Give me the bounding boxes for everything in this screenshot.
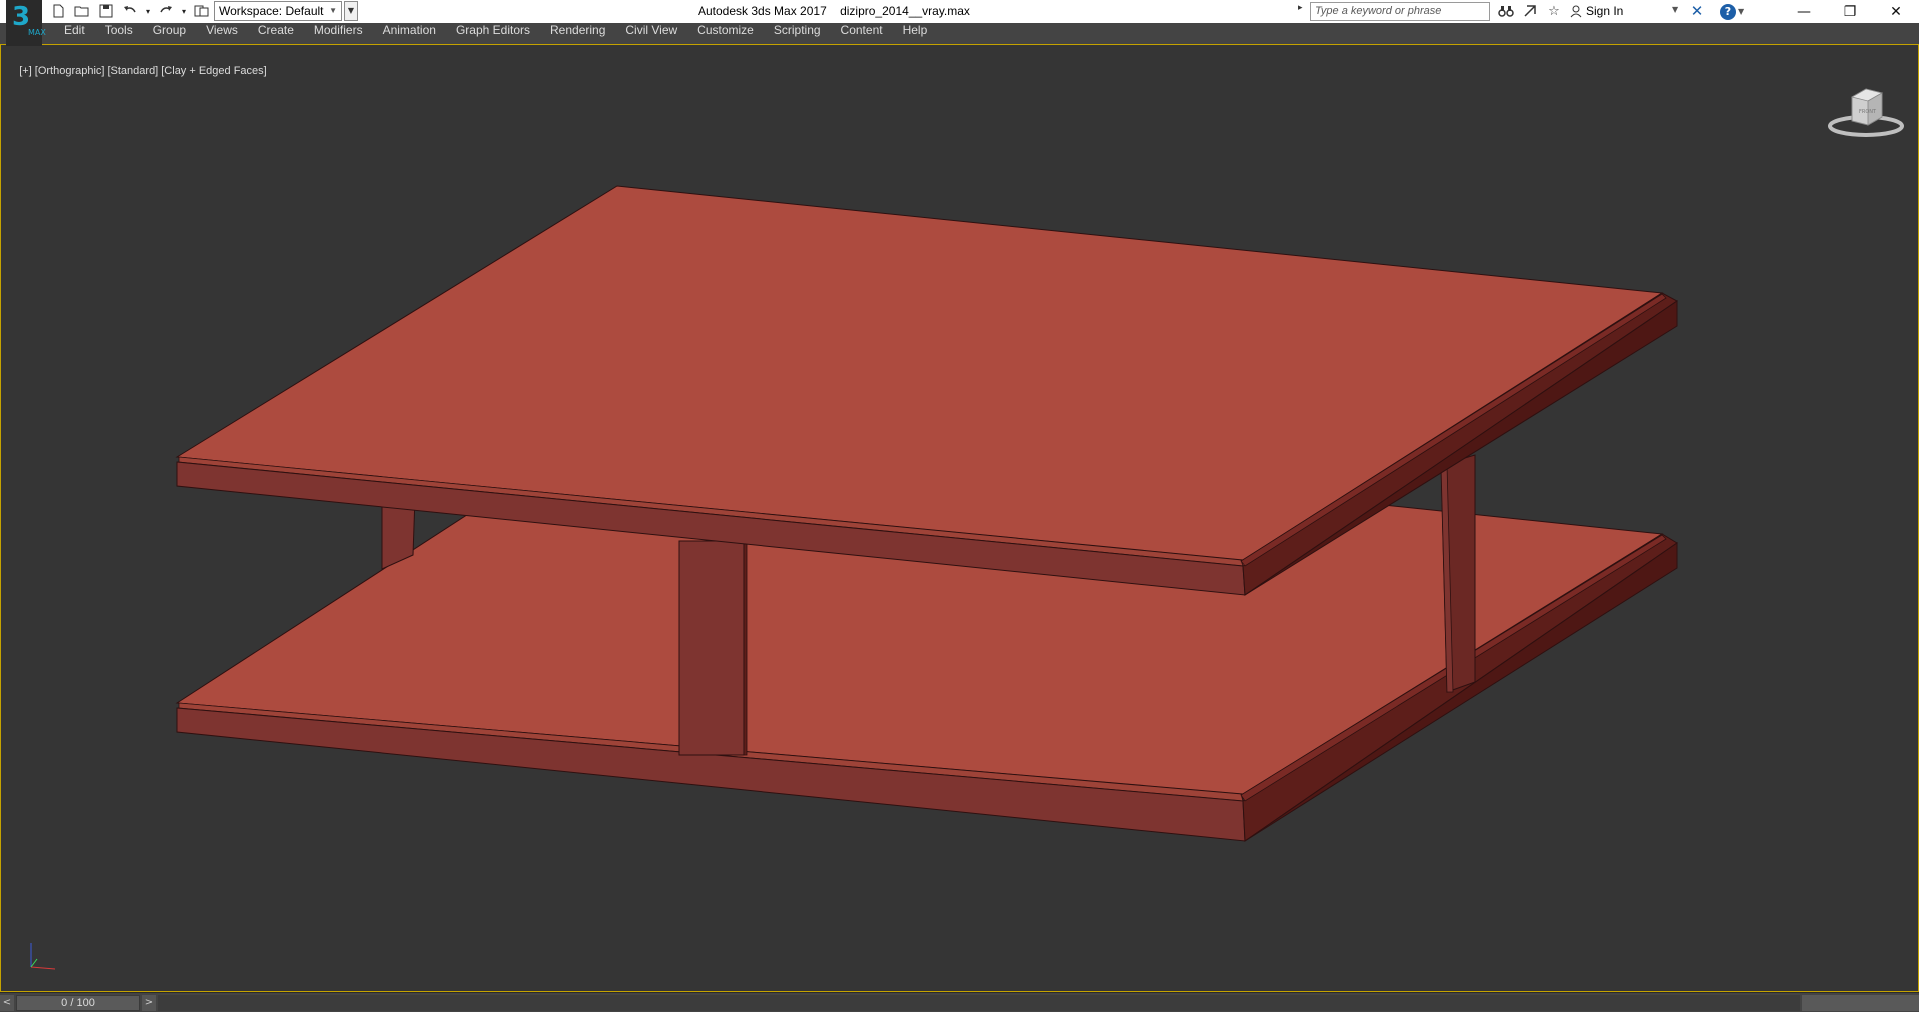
- star-icon[interactable]: ☆: [1544, 2, 1564, 20]
- scene-canvas[interactable]: [1, 45, 1918, 992]
- menu-items: Edit Tools Group Views Create Modifiers Animat…: [54, 23, 937, 45]
- help-icon: ?: [1720, 3, 1736, 20]
- menu-item-content[interactable]: Content: [831, 23, 893, 45]
- menu-item-scripting[interactable]: Scripting: [764, 23, 831, 45]
- menu-item-modifiers[interactable]: Modifiers: [304, 23, 373, 45]
- search-expand-icon[interactable]: ▸: [1298, 3, 1303, 13]
- time-slider-end-panel: [1802, 995, 1919, 1011]
- menu-item-group[interactable]: Group: [143, 23, 196, 45]
- redo-icon[interactable]: [156, 2, 176, 20]
- toolbar-customize-icon[interactable]: ▼: [344, 1, 358, 21]
- viewport-perspective[interactable]: [+] [Orthographic] [Standard] [Clay + Edged…: [0, 45, 1919, 992]
- restore-button[interactable]: ❐: [1827, 0, 1873, 23]
- menu-bar: Edit Tools Group Views Create Modifiers Animat…: [0, 23, 1919, 45]
- menu-item-tools[interactable]: Tools: [95, 23, 143, 45]
- new-file-icon[interactable]: [48, 2, 68, 20]
- menu-item-customize[interactable]: Customize: [687, 23, 764, 45]
- title-bar: ▾ ▾ Workspace: Default ▼ ▼ Autodesk 3ds …: [0, 0, 1919, 23]
- menu-item-create[interactable]: Create: [248, 23, 304, 45]
- menu-item-edit[interactable]: Edit: [54, 23, 95, 45]
- close-button[interactable]: ✕: [1873, 0, 1919, 23]
- time-slider-bar: < 0 / 100 >: [0, 992, 1919, 1012]
- menu-item-views[interactable]: Views: [196, 23, 248, 45]
- sign-in-label: Sign In: [1586, 4, 1624, 18]
- redo-dropdown-icon[interactable]: ▾: [180, 2, 188, 20]
- help-dropdown-icon: ▼: [1738, 7, 1745, 16]
- menu-item-rendering[interactable]: Rendering: [540, 23, 615, 45]
- sign-in-dropdown-icon[interactable]: ▼: [1672, 5, 1678, 14]
- menu-item-graph-editors[interactable]: Graph Editors: [446, 23, 540, 45]
- menu-item-animation[interactable]: Animation: [373, 23, 446, 45]
- leg-front: [678, 540, 745, 756]
- time-slider-track[interactable]: [158, 995, 1800, 1011]
- time-slider-prev-button[interactable]: <: [0, 995, 14, 1011]
- minimize-button[interactable]: —: [1781, 0, 1827, 23]
- save-icon[interactable]: [96, 2, 116, 20]
- app-menu-button[interactable]: 3 MAX: [6, 0, 46, 46]
- menu-item-help[interactable]: Help: [893, 23, 938, 45]
- exchange-apps-icon[interactable]: ✕: [1688, 3, 1706, 20]
- workspace-dropdown[interactable]: Workspace: Default ▼: [214, 1, 342, 21]
- viewcube-front-label: FRONT: [1859, 109, 1877, 115]
- chevron-down-icon: ▼: [329, 6, 337, 15]
- infocenter-tools: ☆: [1496, 2, 1564, 20]
- binoculars-icon[interactable]: [1496, 2, 1516, 20]
- open-file-icon[interactable]: [72, 2, 92, 20]
- subscription-icon[interactable]: [1520, 2, 1540, 20]
- search-input[interactable]: Type a keyword or phrase: [1310, 2, 1490, 21]
- sign-in-button[interactable]: Sign In: [1570, 4, 1623, 18]
- project-folder-icon[interactable]: [192, 2, 212, 20]
- time-slider-thumb[interactable]: 0 / 100: [16, 995, 140, 1011]
- viewcube-widget[interactable]: FRONT: [1827, 79, 1905, 141]
- app-logo-sub: MAX: [28, 28, 46, 37]
- undo-dropdown-icon[interactable]: ▾: [144, 2, 152, 20]
- workspace-label: Workspace: Default: [219, 4, 324, 18]
- undo-icon[interactable]: [120, 2, 140, 20]
- quick-access-toolbar: ▾ ▾: [48, 2, 212, 20]
- menu-item-civil-view[interactable]: Civil View: [615, 23, 687, 45]
- user-icon: [1570, 5, 1582, 17]
- window-title: Autodesk 3ds Max 2017 dizipro_2014__vray…: [698, 4, 970, 18]
- axis-tripod-icon: [30, 943, 56, 970]
- time-slider-next-button[interactable]: >: [142, 995, 156, 1011]
- help-button[interactable]: ? ▼: [1720, 2, 1752, 21]
- leg-front-side: [743, 540, 748, 756]
